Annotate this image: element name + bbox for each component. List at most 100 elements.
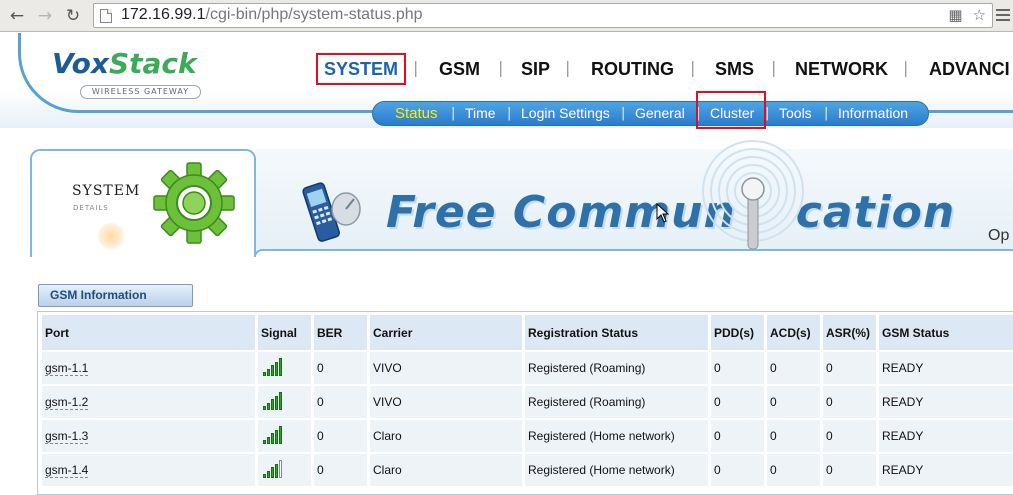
signal-bar (271, 399, 274, 410)
gsm-status-cell: READY (879, 454, 1013, 486)
signal-bar (275, 395, 278, 410)
signal-icon (263, 358, 283, 378)
logo[interactable]: VoxStack (52, 47, 197, 80)
signal-bar (275, 463, 278, 478)
nav-advanced[interactable]: ADVANCI (929, 53, 1010, 85)
url-text[interactable]: 172.16.99.1/cgi-bin/php/system-status.ph… (121, 6, 423, 24)
banner-slogan: Free Commun cation (386, 187, 955, 238)
asr-cell: 0 (823, 454, 876, 486)
port-link[interactable]: gsm-1.3 (45, 429, 89, 444)
acd-cell: 0 (767, 420, 820, 452)
reload-icon[interactable]: ↻ (62, 5, 84, 27)
subnav-separator: | (451, 106, 456, 121)
signal-bar (271, 467, 274, 478)
column-header-port: Port (42, 315, 255, 350)
subnav-separator: | (507, 106, 512, 121)
subnav-time[interactable]: Time (465, 102, 496, 125)
subnav-status[interactable]: Status (395, 102, 438, 125)
gsm-status-cell: READY (879, 352, 1013, 384)
signal-bar (271, 433, 274, 444)
banner-subtitle: DETAILS (73, 204, 109, 212)
gsm-status-cell: READY (879, 386, 1013, 418)
subnav-tools[interactable]: Tools (779, 102, 812, 125)
signal-bar (275, 429, 278, 444)
gsm-table-container: Port Signal BER Carrier Registration Sta… (37, 311, 1013, 495)
url-path: /cgi-bin/php/system-status.php (205, 6, 423, 23)
back-icon[interactable]: ← (6, 5, 28, 27)
nav-routing[interactable]: ROUTING (591, 53, 674, 85)
subnav-login-settings[interactable]: Login Settings (521, 102, 610, 125)
carrier-cell: VIVO (370, 352, 522, 384)
nav-separator: | (903, 58, 909, 77)
port-cell[interactable]: gsm-1.4 (42, 454, 255, 486)
subnav-general[interactable]: General (635, 102, 685, 125)
pdd-cell: 0 (711, 420, 764, 452)
signal-cell (258, 420, 311, 452)
signal-bar (275, 361, 278, 376)
column-header-pdd: PDD(s) (711, 315, 764, 350)
sub-nav: Status | Time | Login Settings | General… (372, 101, 929, 126)
nav-sms[interactable]: SMS (715, 53, 754, 85)
signal-bar (279, 460, 282, 478)
table-header-row: Port Signal BER Carrier Registration Sta… (42, 315, 1013, 350)
table-row: gsm-1.3 0 Claro Registered (Home network… (42, 420, 1013, 452)
ber-cell: 0 (314, 454, 367, 486)
column-header-acd: ACD(s) (767, 315, 820, 350)
nav-network[interactable]: NETWORK (795, 53, 888, 85)
nav-system[interactable]: SYSTEM (316, 53, 407, 85)
logo-tagline: WIRELESS GATEWAY (80, 85, 201, 99)
signal-cell (258, 352, 311, 384)
port-link[interactable]: gsm-1.2 (45, 395, 89, 410)
nav-gsm[interactable]: GSM (439, 53, 480, 85)
bookmark-star-icon[interactable]: ☆ (973, 6, 986, 24)
page-icon (100, 9, 112, 23)
phone-icon (302, 182, 361, 242)
gsm-information-tab[interactable]: GSM Information (38, 284, 193, 307)
ber-cell: 0 (314, 386, 367, 418)
glow-decoration (98, 223, 124, 249)
port-cell[interactable]: gsm-1.1 (42, 352, 255, 384)
signal-bar (279, 358, 282, 376)
signal-icon (263, 460, 283, 480)
carrier-cell: VIVO (370, 386, 522, 418)
column-header-carrier: Carrier (370, 315, 522, 350)
asr-cell: 0 (823, 386, 876, 418)
port-cell[interactable]: gsm-1.3 (42, 420, 255, 452)
banner-tab: SYSTEM DETAILS (30, 149, 256, 257)
signal-cell (258, 454, 311, 486)
port-link[interactable]: gsm-1.1 (45, 361, 89, 376)
nav-separator: | (565, 58, 571, 77)
nav-sip[interactable]: SIP (521, 53, 550, 85)
carrier-cell: Claro (370, 454, 522, 486)
signal-bar (267, 436, 270, 444)
signal-cell (258, 386, 311, 418)
page-content: VoxStack WIRELESS GATEWAY SYSTEM | GSM |… (0, 33, 1013, 495)
acd-cell: 0 (767, 352, 820, 384)
slogan-part2: cation (795, 187, 956, 238)
banner: SYSTEM DETAILS Free Commun cation Op (30, 140, 1013, 257)
forward-icon[interactable]: → (34, 5, 56, 27)
carrier-cell: Claro (370, 420, 522, 452)
logo-part1: Vox (52, 47, 109, 80)
port-cell[interactable]: gsm-1.2 (42, 386, 255, 418)
nav-separator: | (690, 58, 696, 77)
signal-bar (263, 440, 266, 444)
signal-bar (279, 426, 282, 444)
banner-border (254, 249, 1013, 257)
address-bar[interactable]: 172.16.99.1/cgi-bin/php/system-status.ph… (93, 3, 993, 28)
translate-icon[interactable]: ▦ (948, 6, 962, 24)
signal-bar (263, 372, 266, 376)
pdd-cell: 0 (711, 454, 764, 486)
ber-cell: 0 (314, 352, 367, 384)
port-link[interactable]: gsm-1.4 (45, 463, 89, 478)
cluster-highlight-box (696, 91, 766, 129)
gsm-status-cell: READY (879, 420, 1013, 452)
signal-bar (267, 402, 270, 410)
registration-cell: Registered (Roaming) (525, 352, 708, 384)
menu-icon[interactable] (996, 6, 1010, 24)
url-host: 172.16.99.1 (121, 6, 206, 23)
subnav-information[interactable]: Information (838, 102, 908, 125)
acd-cell: 0 (767, 454, 820, 486)
antenna-icon (702, 140, 804, 250)
gear-icon (153, 162, 235, 244)
